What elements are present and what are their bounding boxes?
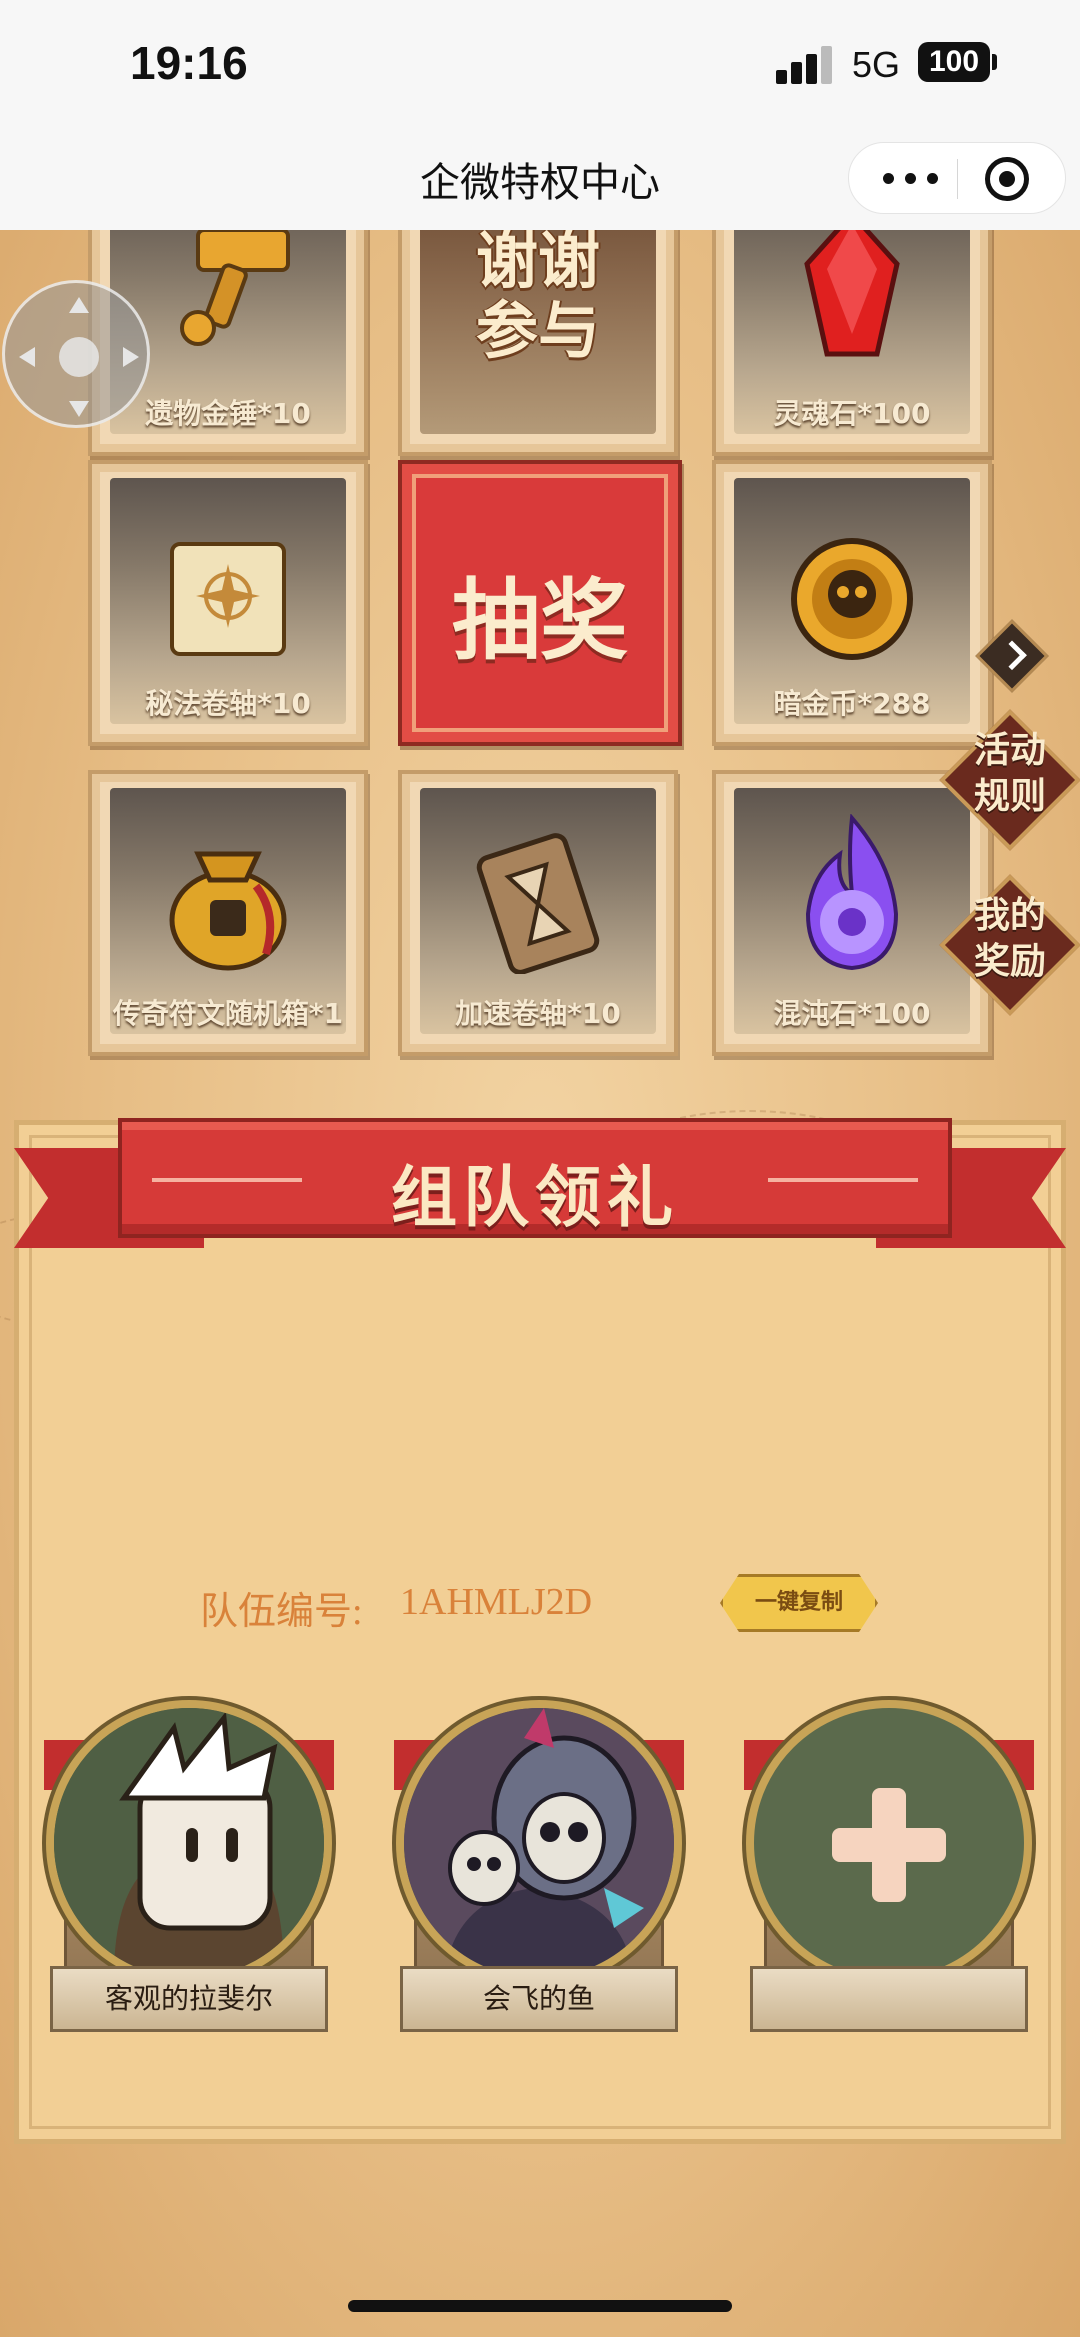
status-bar: 19:16 5G 100 bbox=[0, 0, 1080, 130]
white-hair-character-avatar bbox=[46, 1700, 332, 1986]
capsule-divider bbox=[957, 159, 958, 199]
member-name: 客观的拉斐尔 bbox=[50, 1966, 328, 2032]
my-rewards-label: 我的 奖励 bbox=[973, 895, 1046, 982]
red-crystal-icon bbox=[804, 230, 900, 357]
invite-member-slot[interactable] bbox=[744, 1700, 1034, 2040]
plus-bar bbox=[872, 1788, 906, 1902]
team-member[interactable]: 客观的拉斐尔 bbox=[44, 1700, 334, 2040]
close-circle-icon[interactable] bbox=[985, 157, 1029, 201]
nav-bar: 企微特权中心 bbox=[0, 130, 1080, 230]
prize-cell: 暗金币*288 bbox=[712, 460, 992, 746]
skull-warrior-avatar bbox=[396, 1700, 682, 1986]
battery-icon: 100 bbox=[918, 42, 990, 82]
copy-button[interactable]: 一键复制 bbox=[720, 1574, 878, 1632]
golden-hammer-icon bbox=[180, 230, 290, 346]
rune-bag-icon bbox=[169, 851, 287, 971]
my-rewards-button[interactable]: 我的 奖励 bbox=[939, 874, 1080, 1016]
team-title: 组队领礼 bbox=[391, 1159, 679, 1236]
prize-cell: 传奇符文随机箱*1 bbox=[88, 770, 368, 1056]
activity-rules-button[interactable]: 活动 规则 bbox=[939, 709, 1080, 851]
team-ribbon: 组队领礼 bbox=[118, 1118, 952, 1238]
joystick-arrows-icon bbox=[19, 297, 139, 417]
home-indicator bbox=[348, 2300, 732, 2312]
battery-tip bbox=[992, 54, 997, 70]
purple-flame-orb-icon bbox=[805, 814, 899, 971]
thanks-label: 谢谢 参与 bbox=[475, 230, 600, 367]
prize-cell: 灵魂石*100 bbox=[712, 230, 992, 456]
draw-label: 抽奖 bbox=[451, 569, 628, 672]
floating-joystick-button[interactable] bbox=[2, 280, 150, 428]
prize-label: 灵魂石*100 bbox=[773, 397, 931, 430]
prize-cell: 秘法卷轴*10 bbox=[88, 460, 368, 746]
mini-program-capsule bbox=[848, 142, 1066, 214]
prize-label: 加速卷轴*10 bbox=[455, 997, 621, 1030]
activity-rules-label: 活动 规则 bbox=[973, 730, 1046, 817]
prize-cell: 加速卷轴*10 bbox=[398, 770, 678, 1056]
draw-button[interactable]: 抽奖 bbox=[398, 460, 682, 746]
signal-icon bbox=[776, 44, 836, 84]
prize-label: 秘法卷轴*10 bbox=[145, 687, 311, 720]
hourglass-scroll-icon bbox=[476, 833, 600, 974]
skull-coin-icon bbox=[791, 538, 913, 660]
team-member[interactable]: 会飞的鱼 bbox=[394, 1700, 684, 2040]
network-label: 5G bbox=[852, 44, 901, 85]
team-id-label: 队伍编号: bbox=[200, 1591, 363, 1633]
scroll-icon bbox=[170, 542, 286, 656]
team-id-value: 1AHMLJ2D bbox=[400, 1581, 593, 1623]
more-icon[interactable] bbox=[871, 143, 951, 213]
plus-icon bbox=[746, 1700, 1032, 1986]
prize-cell-thanks: 谢谢 参与 bbox=[398, 230, 678, 456]
member-name: 会飞的鱼 bbox=[400, 1966, 678, 2032]
status-time: 19:16 bbox=[130, 37, 248, 89]
member-name bbox=[750, 1966, 1028, 2032]
prize-label: 传奇符文随机箱*1 bbox=[112, 997, 344, 1030]
